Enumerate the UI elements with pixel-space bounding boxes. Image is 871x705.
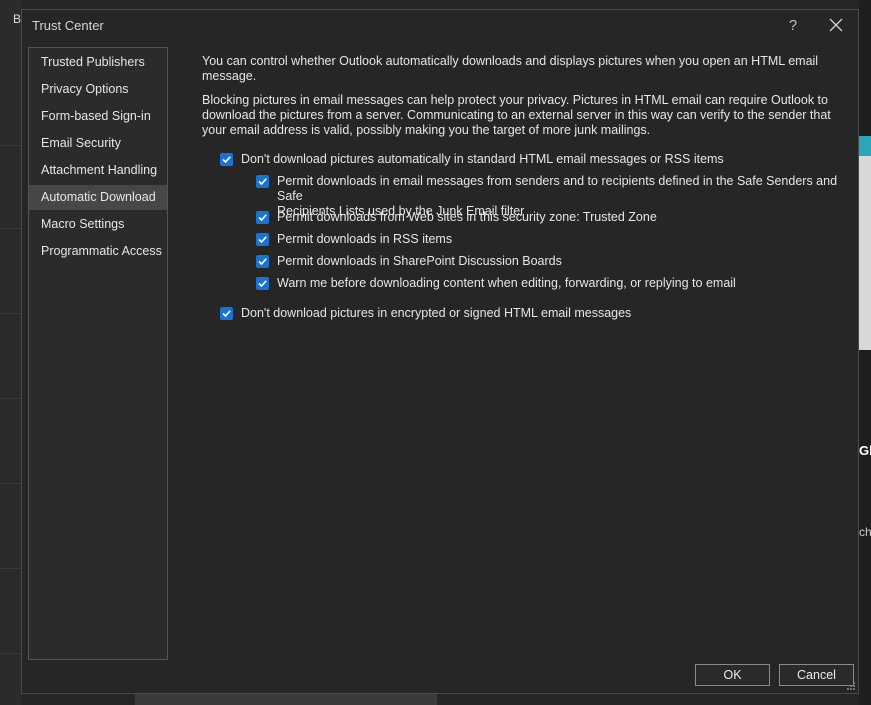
help-button[interactable]: ? [782, 15, 804, 37]
option-label: Don't download pictures in encrypted or … [241, 306, 632, 320]
background-text: ch [859, 525, 871, 539]
checkmark-icon [258, 280, 267, 288]
dialog-title: Trust Center [32, 18, 104, 33]
sidebar-item-privacy-options[interactable]: Privacy Options [29, 77, 167, 102]
option-label-line: Permit downloads in email messages from … [277, 174, 838, 203]
checkmark-icon [258, 178, 267, 186]
close-icon [829, 18, 843, 32]
checkmark-icon [222, 310, 231, 318]
option-label: Don't download pictures automatically in… [241, 152, 724, 166]
option-label: Permit downloads from Web sites in this … [277, 210, 657, 224]
sidebar-item-programmatic-access[interactable]: Programmatic Access [29, 239, 167, 264]
checkbox[interactable] [256, 175, 269, 188]
close-button[interactable] [823, 15, 849, 37]
background-text: B [13, 12, 22, 26]
content-panel: You can control whether Outlook automati… [202, 54, 842, 147]
trust-center-dialog: Trust Center ? Trusted Publishers Privac… [21, 9, 859, 694]
checkmark-icon [222, 156, 231, 164]
resize-grip-icon[interactable] [846, 681, 856, 691]
option-permit-sharepoint[interactable]: Permit downloads in SharePoint Discussio… [256, 254, 562, 269]
option-label: Permit downloads in SharePoint Discussio… [277, 254, 562, 268]
checkmark-icon [258, 214, 267, 222]
option-dont-download-encrypted[interactable]: Don't download pictures in encrypted or … [220, 306, 631, 321]
ok-button[interactable]: OK [695, 664, 770, 686]
sidebar-item-macro-settings[interactable]: Macro Settings [29, 212, 167, 237]
option-label: Permit downloads in RSS items [277, 232, 453, 246]
sidebar-item-email-security[interactable]: Email Security [29, 131, 167, 156]
background-image [859, 156, 871, 350]
background-right-panel: Gl ch [859, 0, 871, 705]
intro-text: You can control whether Outlook automati… [202, 54, 819, 83]
option-warn-before-downloading[interactable]: Warn me before downloading content when … [256, 276, 736, 291]
sidebar-item-trusted-publishers[interactable]: Trusted Publishers [29, 50, 167, 75]
checkbox[interactable] [256, 211, 269, 224]
background-text: Gl [859, 443, 871, 458]
checkmark-icon [258, 258, 267, 266]
option-dont-download-automatically[interactable]: Don't download pictures automatically in… [220, 152, 724, 167]
checkbox[interactable] [256, 255, 269, 268]
checkbox[interactable] [256, 233, 269, 246]
background-accent-bar [859, 136, 871, 156]
option-permit-web-sites[interactable]: Permit downloads from Web sites in this … [256, 210, 657, 225]
option-label: Warn me before downloading content when … [277, 276, 736, 290]
dialog-titlebar[interactable]: Trust Center ? [22, 10, 858, 42]
category-sidebar: Trusted Publishers Privacy Options Form-… [28, 47, 168, 660]
sidebar-item-form-based-sign-in[interactable]: Form-based Sign-in [29, 104, 167, 129]
option-permit-rss[interactable]: Permit downloads in RSS items [256, 232, 452, 247]
sidebar-item-automatic-download[interactable]: Automatic Download [29, 185, 167, 210]
sidebar-item-attachment-handling[interactable]: Attachment Handling [29, 158, 167, 183]
privacy-note-text: Blocking pictures in email messages can … [202, 93, 831, 137]
background-left-panel [0, 0, 21, 705]
checkmark-icon [258, 236, 267, 244]
cancel-button[interactable]: Cancel [779, 664, 854, 686]
checkbox[interactable] [220, 153, 233, 166]
checkbox[interactable] [220, 307, 233, 320]
background-bottom-bar [135, 694, 437, 705]
checkbox[interactable] [256, 277, 269, 290]
